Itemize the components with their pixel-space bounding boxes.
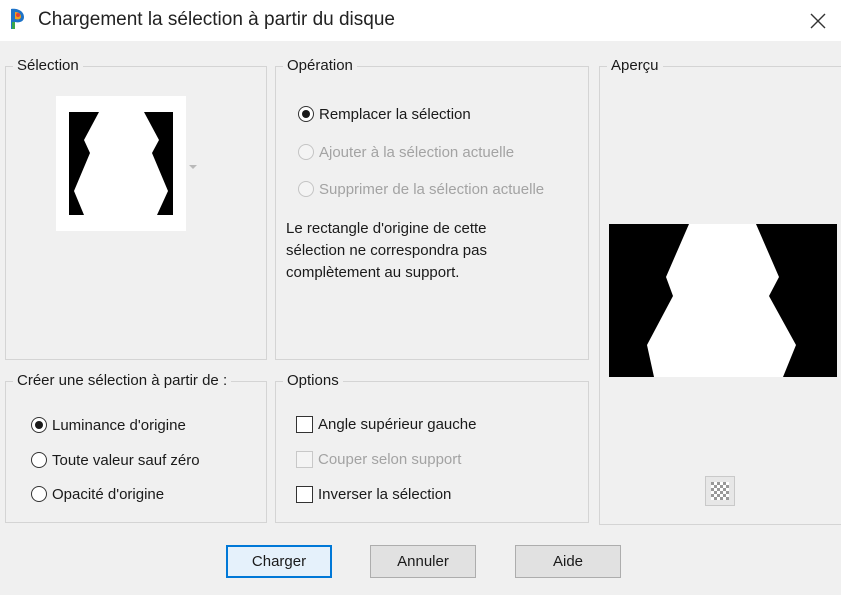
radio-label: Ajouter à la sélection actuelle <box>319 143 515 161</box>
group-label: Créer une sélection à partir de : <box>13 372 232 390</box>
close-icon <box>810 13 826 28</box>
group-label: Options <box>283 372 343 390</box>
checkbox-label: Inverser la sélection <box>318 485 452 503</box>
checkerboard-icon[interactable] <box>705 476 735 506</box>
radio-add-to-selection[interactable]: Ajouter à la sélection actuelle <box>298 141 514 163</box>
cancel-button[interactable]: Annuler <box>370 545 476 578</box>
paint-palette-icon <box>7 7 29 31</box>
radio-label: Remplacer la sélection <box>319 105 471 123</box>
selection-mask-thumbnail <box>69 112 173 215</box>
radio-button[interactable] <box>298 181 314 197</box>
checkbox[interactable] <box>296 450 313 468</box>
help-button[interactable]: Aide <box>515 545 621 578</box>
window-title: Chargement la sélection à partir du disq… <box>38 9 395 30</box>
radio-replace-selection[interactable]: Remplacer la sélection <box>298 103 471 125</box>
radio-label: Supprimer de la sélection actuelle <box>319 180 545 198</box>
radio-button[interactable] <box>31 452 47 468</box>
checkbox-label: Couper selon support <box>318 450 462 468</box>
radio-button[interactable] <box>31 417 47 433</box>
checkbox[interactable] <box>296 415 313 433</box>
radio-original-luminance[interactable]: Luminance d'origine <box>31 414 186 436</box>
radio-remove-from-selection[interactable]: Supprimer de la sélection actuelle <box>298 178 544 200</box>
radio-original-opacity[interactable]: Opacité d'origine <box>31 483 164 505</box>
checkbox-invert-selection[interactable]: Inverser la sélection <box>296 483 451 505</box>
checkbox-top-left-corner[interactable]: Angle supérieur gauche <box>296 413 476 435</box>
checkbox-label: Angle supérieur gauche <box>318 415 477 433</box>
info-message: Le rectangle d'origine de cette sélectio… <box>286 220 487 281</box>
load-button[interactable]: Charger <box>226 545 332 578</box>
radio-label: Toute valeur sauf zéro <box>52 451 200 469</box>
chevron-down-icon[interactable] <box>188 158 198 169</box>
group-label: Sélection <box>13 57 83 75</box>
title-bar: Chargement la sélection à partir du disq… <box>0 0 841 41</box>
checkbox-crop-to-canvas[interactable]: Couper selon support <box>296 448 461 470</box>
radio-button[interactable] <box>298 106 314 122</box>
radio-any-nonzero[interactable]: Toute valeur sauf zéro <box>31 449 200 471</box>
group-label: Aperçu <box>607 57 663 75</box>
radio-button[interactable] <box>31 486 47 502</box>
radio-button[interactable] <box>298 144 314 160</box>
radio-label: Opacité d'origine <box>52 485 165 503</box>
preview-image <box>609 224 837 377</box>
checkbox[interactable] <box>296 485 313 503</box>
selection-thumbnail[interactable] <box>56 96 186 231</box>
radio-label: Luminance d'origine <box>52 416 186 434</box>
group-label: Opération <box>283 57 357 75</box>
close-button[interactable] <box>795 0 841 41</box>
